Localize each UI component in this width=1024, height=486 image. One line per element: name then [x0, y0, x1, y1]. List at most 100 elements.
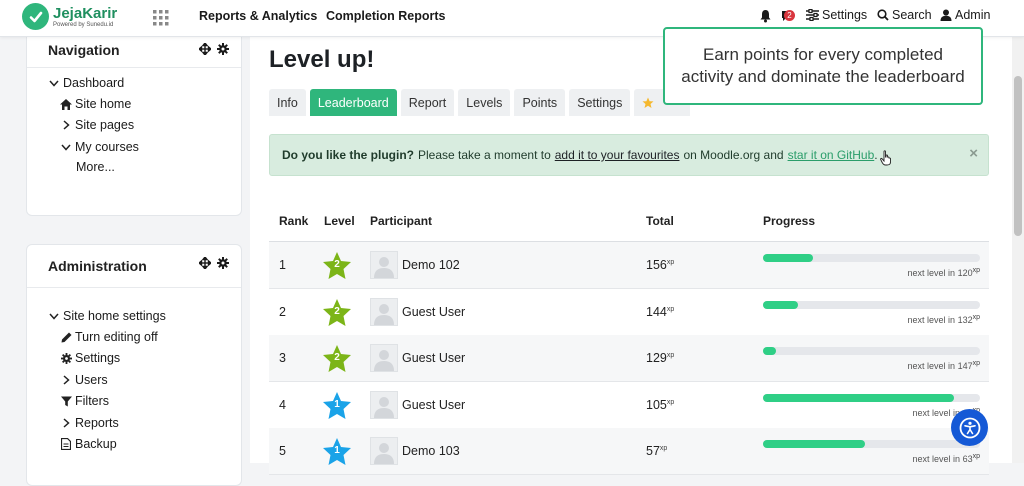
- move-icon[interactable]: [199, 257, 211, 269]
- chevron-right-icon: [59, 375, 73, 385]
- notification-count-badge: 2: [784, 10, 795, 21]
- tree-item-reports[interactable]: Reports: [59, 416, 119, 430]
- tree-item-my-courses[interactable]: My courses: [59, 140, 139, 154]
- gear-icon[interactable]: [217, 257, 229, 269]
- tree-item-label: Settings: [75, 351, 121, 365]
- xp-unit: xp: [666, 305, 675, 313]
- participant-name[interactable]: Guest User: [402, 351, 465, 365]
- site-logo[interactable]: JejaKarir Powered by Sunedu.id: [22, 3, 117, 30]
- next-level-xp: 120: [957, 268, 973, 278]
- tab-report[interactable]: Report: [400, 89, 455, 116]
- search-menu[interactable]: Search: [877, 8, 932, 22]
- tree-item-site-home[interactable]: Site home: [59, 97, 131, 111]
- participant-name[interactable]: Guest User: [402, 398, 465, 412]
- xp-unit: xp: [972, 453, 980, 460]
- tree-item-backup[interactable]: Backup: [59, 437, 117, 451]
- logo-name: JejaKarir: [53, 4, 118, 22]
- tree-item-settings[interactable]: Settings: [59, 351, 120, 365]
- total-points: 144xp: [646, 305, 674, 319]
- tab-bar: Info Leaderboard Report Levels Points Se…: [269, 89, 691, 116]
- avatar[interactable]: [370, 251, 398, 279]
- tree-item-label: More...: [76, 160, 115, 174]
- tree-item-turn-editing-off[interactable]: Turn editing off: [59, 330, 158, 344]
- scrollbar-thumb[interactable]: [1014, 76, 1022, 236]
- progress-bar-fill: [763, 393, 954, 402]
- tab-points[interactable]: Points: [514, 89, 566, 116]
- xp-unit: xp: [659, 444, 668, 452]
- tree-item-filters[interactable]: Filters: [59, 394, 109, 408]
- level-star-badge: 1: [322, 391, 352, 420]
- gear-icon[interactable]: [217, 43, 229, 55]
- progress-bar-fill: [763, 300, 798, 309]
- avatar[interactable]: [370, 297, 398, 326]
- filter-icon: [59, 396, 73, 407]
- alert-close-button[interactable]: ×: [969, 145, 978, 162]
- level-number: 2: [334, 352, 340, 363]
- level-number: 1: [334, 398, 340, 410]
- home-icon: [59, 98, 73, 110]
- user-menu[interactable]: Admin: [940, 8, 990, 22]
- alert-text: Please take a moment to: [418, 148, 551, 162]
- accessibility-button[interactable]: [951, 409, 988, 446]
- tree-item-dashboard[interactable]: Dashboard: [47, 76, 124, 90]
- tree-item-site-pages[interactable]: Site pages: [59, 118, 134, 132]
- level-star-badge: 2: [322, 298, 352, 327]
- app-grid-icon[interactable]: [152, 9, 170, 27]
- next-level-text: next level in 147xp: [908, 360, 980, 371]
- tree-item-label: Dashboard: [63, 76, 125, 90]
- next-level-label: next level in: [907, 361, 956, 371]
- header-progress: Progress: [763, 214, 816, 228]
- avatar[interactable]: [370, 437, 398, 465]
- tree-item-site-home-settings[interactable]: Site home settings: [47, 309, 166, 323]
- tree-item-users[interactable]: Users: [59, 373, 108, 387]
- page-scrollbar[interactable]: [1012, 36, 1024, 463]
- navigation-block-title: Navigation: [48, 42, 120, 58]
- xp-unit: xp: [666, 398, 675, 406]
- next-level-xp: 132: [957, 314, 973, 325]
- move-icon[interactable]: [199, 43, 211, 55]
- tree-item-label: Users: [75, 373, 108, 387]
- participant-name[interactable]: Guest User: [402, 305, 465, 319]
- participant-name[interactable]: Demo 103: [402, 444, 460, 458]
- logo-check-icon: [22, 3, 49, 30]
- user-icon: [940, 9, 952, 21]
- progress-bar-fill: [763, 440, 865, 448]
- progress-bar: [763, 440, 980, 448]
- tab-settings[interactable]: Settings: [569, 89, 631, 116]
- default-avatar-icon: [374, 303, 394, 325]
- progress-bar-fill: [763, 347, 776, 355]
- header-participant: Participant: [370, 214, 433, 228]
- participant-name[interactable]: Demo 102: [402, 258, 460, 272]
- leaderboard-row: 41Guest User105xpnext level in 15xp: [269, 382, 989, 429]
- level-number: 2: [334, 305, 340, 317]
- user-label: Admin: [955, 8, 991, 22]
- progress-bar: [763, 347, 980, 355]
- next-level-label: next level in: [912, 407, 961, 418]
- leaderboard-header: Rank Level Participant Total Progress: [269, 204, 989, 242]
- avatar[interactable]: [370, 390, 398, 419]
- level-star-badge: 1: [322, 437, 352, 466]
- tree-item-more[interactable]: More...: [76, 160, 115, 174]
- xp-unit: xp: [666, 258, 675, 266]
- progress-bar: [763, 254, 980, 262]
- tab-leaderboard[interactable]: Leaderboard: [309, 89, 397, 116]
- nav-link-reports-analytics[interactable]: Reports & Analytics: [199, 9, 317, 23]
- nav-link-completion-reports[interactable]: Completion Reports: [326, 9, 445, 23]
- level-star-badge: 2: [322, 251, 352, 280]
- xp-unit: xp: [972, 313, 980, 321]
- navigation-block: Navigation Dashboard Site home Site page…: [26, 26, 242, 216]
- settings-menu[interactable]: Settings: [806, 8, 867, 22]
- tab-levels[interactable]: Levels: [458, 89, 511, 116]
- chevron-down-icon: [59, 144, 73, 151]
- logo-tagline: Powered by Sunedu.id: [53, 21, 114, 28]
- avatar[interactable]: [370, 344, 398, 372]
- star-on-github-link[interactable]: star it on GitHub: [788, 148, 875, 162]
- main-content: Level up! Info Leaderboard Report Levels…: [250, 27, 1012, 475]
- tab-info[interactable]: Info: [269, 89, 306, 116]
- search-icon: [877, 9, 889, 21]
- tree-item-label: Reports: [75, 416, 119, 430]
- header-level: Level: [324, 214, 355, 228]
- bell-icon[interactable]: [759, 9, 772, 23]
- settings-label: Settings: [822, 8, 868, 22]
- add-to-favourites-link[interactable]: add it to your favourites: [555, 148, 680, 162]
